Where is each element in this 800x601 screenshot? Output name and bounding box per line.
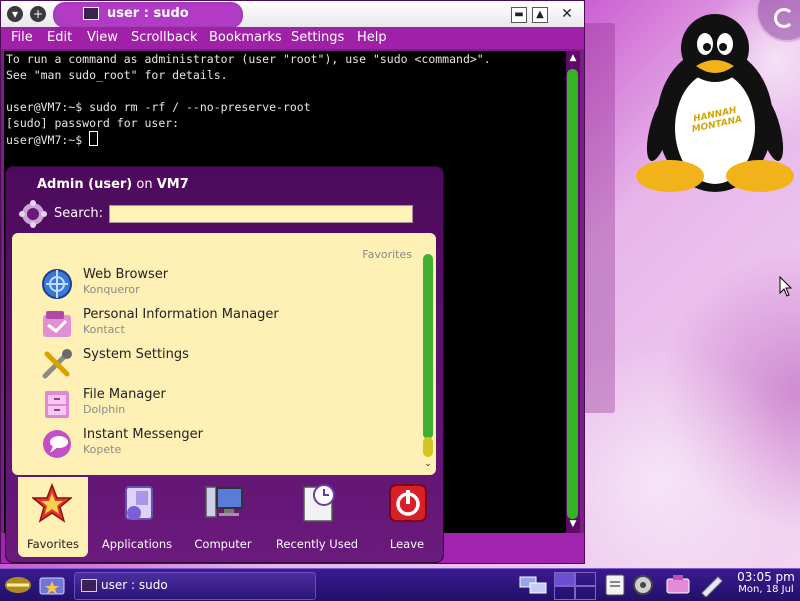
tab-label: Leave — [389, 537, 425, 551]
menu-edit[interactable]: Edit — [47, 30, 72, 45]
tab-favorites[interactable]: Favorites — [18, 477, 88, 557]
messenger-icon — [43, 430, 71, 458]
terminal-line: To run a command as administrator (user … — [6, 52, 491, 66]
tab-label: Recently Used — [275, 537, 359, 551]
item-name: Personal Information Manager — [83, 307, 279, 322]
menu-settings[interactable]: Settings — [291, 30, 344, 45]
tab-label: Applications — [101, 537, 173, 551]
desktop-3[interactable] — [554, 586, 575, 600]
item-subtitle: Konqueror — [83, 283, 140, 296]
tab-recently-used[interactable]: Recently Used — [270, 477, 364, 557]
menu-view[interactable]: View — [87, 30, 118, 45]
terminal-prompt-line: user@VM7:~$ — [6, 131, 99, 148]
tab-label: Computer — [194, 537, 252, 551]
window-title-pill: user : sudo — [53, 2, 243, 28]
search-label: Search: — [54, 206, 104, 221]
favorites-panel: Favorites Web Browser Konqueror Personal… — [12, 233, 436, 475]
terminal-icon — [83, 7, 99, 20]
scroll-down-chevron-icon[interactable]: ⌄ — [423, 459, 433, 469]
virtual-desktop-pager[interactable] — [552, 571, 596, 600]
item-name: System Settings — [83, 347, 189, 362]
kickoff-host: VM7 — [156, 177, 189, 192]
scroll-down-arrow-icon[interactable]: ▼ — [568, 519, 578, 529]
menu-help[interactable]: Help — [357, 30, 387, 45]
item-subtitle: Dolphin — [83, 403, 126, 416]
file-manager-icon — [45, 391, 69, 418]
favorites-star-icon — [32, 483, 72, 523]
mouse-pointer-icon — [779, 276, 793, 297]
item-subtitle: Kontact — [83, 323, 125, 336]
terminal-scrollbar[interactable]: ▲ ▼ — [566, 51, 580, 533]
kickoff-launcher-button-icon[interactable] — [4, 573, 32, 597]
task-label: user : sudo — [101, 578, 168, 592]
menu-bookmarks[interactable]: Bookmarks — [209, 30, 282, 45]
close-button[interactable]: ✕ — [560, 7, 574, 21]
web-browser-icon — [42, 269, 72, 299]
show-desktop-icon[interactable] — [518, 573, 548, 597]
scrollbar-thumb[interactable] — [567, 69, 578, 519]
tux-penguin-image — [636, 14, 794, 192]
clock-time: 03:05 pm — [737, 570, 795, 584]
desktop-4[interactable] — [575, 586, 596, 600]
terminal-line: See "man sudo_root" for details. — [6, 68, 228, 82]
pen-tray-icon[interactable] — [698, 573, 726, 597]
kickoff-tab-bar: Favorites Applications Computer Recently… — [12, 477, 436, 557]
menu-file[interactable]: File — [11, 30, 33, 45]
tab-applications[interactable]: Applications — [94, 477, 180, 557]
terminal-line: [sudo] password for user: — [6, 116, 180, 130]
taskbar-task-terminal[interactable]: user : sudo — [74, 572, 316, 600]
kickoff-search-gear-icon — [19, 200, 47, 228]
favorite-item-web-browser[interactable]: Web Browser Konqueror — [40, 265, 420, 303]
favorite-item-system-settings[interactable]: System Settings — [40, 345, 420, 383]
favorite-item-pim[interactable]: Personal Information Manager Kontact — [40, 305, 420, 343]
taskbar-panel: user : sudo 03:05 pm Mon, 18 Jul — [0, 568, 800, 601]
recently-used-icon — [303, 484, 335, 522]
window-titlebar[interactable]: ▾ + user : sudo ▬ ▲ ✕ — [1, 1, 584, 28]
leave-icon — [389, 484, 427, 522]
terminal-mini-icon — [81, 579, 97, 592]
window-title: user : sudo — [107, 6, 189, 21]
favorites-scrollbar-thumb[interactable] — [423, 254, 433, 439]
tab-computer[interactable]: Computer — [180, 477, 266, 557]
menu-bar: File Edit View Scrollback Bookmarks Sett… — [1, 27, 584, 49]
desktop-1[interactable] — [554, 572, 575, 586]
tab-leave[interactable]: Leave — [364, 477, 450, 557]
maximize-button[interactable]: ▲ — [532, 7, 548, 23]
taskbar-clock[interactable]: 03:05 pm Mon, 18 Jul — [732, 570, 800, 595]
terminal-line: user@VM7:~$ sudo rm -rf / --no-preserve-… — [6, 100, 311, 114]
window-menu-button[interactable]: ▾ — [7, 6, 23, 22]
applications-icon — [125, 486, 153, 520]
desktop-2[interactable] — [575, 572, 596, 586]
settings-icon — [42, 349, 72, 379]
network-tray-icon[interactable] — [664, 573, 692, 597]
terminal-prompt: user@VM7:~$ — [6, 133, 90, 147]
item-subtitle: Kopete — [83, 443, 122, 456]
settings-tray-icon[interactable] — [630, 573, 656, 597]
computer-icon — [205, 486, 243, 518]
favorite-item-file-manager[interactable]: File Manager Dolphin — [40, 385, 420, 423]
item-name: Web Browser — [83, 267, 169, 282]
kickoff-on-text: on — [136, 177, 153, 192]
text-cursor — [89, 131, 99, 146]
favorites-heading: Favorites — [362, 248, 412, 261]
kickoff-search-input[interactable] — [109, 205, 413, 223]
clipboard-tray-icon[interactable] — [602, 573, 628, 597]
item-name: Instant Messenger — [83, 427, 203, 442]
file-manager-launcher-icon[interactable] — [38, 573, 66, 597]
favorite-item-instant-messenger[interactable]: Instant Messenger Kopete — [40, 425, 420, 463]
item-name: File Manager — [83, 387, 166, 402]
tab-label: Favorites — [27, 537, 79, 551]
kickoff-launcher-menu: Admin (user) on VM7 Search: Favorites We… — [5, 166, 444, 563]
keep-above-button[interactable]: + — [30, 6, 46, 22]
favorites-scrollbar-thumb-end — [423, 437, 433, 457]
menu-scrollback[interactable]: Scrollback — [131, 30, 198, 45]
clock-date: Mon, 18 Jul — [738, 584, 794, 595]
background-window-edge — [583, 23, 615, 413]
pim-icon — [43, 311, 71, 337]
minimize-button[interactable]: ▬ — [511, 7, 527, 23]
kickoff-user: Admin (user) — [37, 177, 133, 192]
scroll-up-arrow-icon[interactable]: ▲ — [568, 53, 578, 63]
favorites-scrollbar[interactable]: ⌄ — [423, 251, 433, 471]
kickoff-header: Admin (user) on VM7 — [37, 177, 189, 192]
